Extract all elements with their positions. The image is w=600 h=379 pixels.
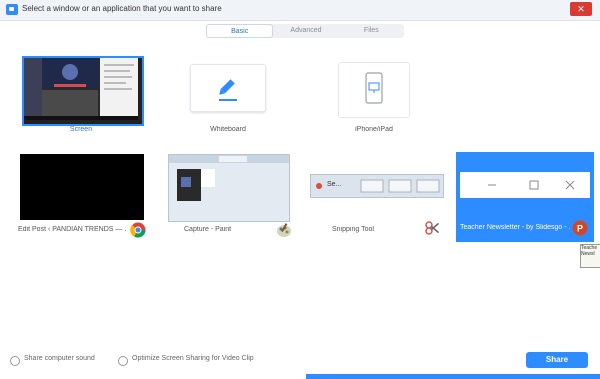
tab-files[interactable]: Files	[339, 24, 404, 38]
share-option-iphone-ipad[interactable]: iPhone/iPad	[310, 58, 438, 138]
powerpoint-window-thumbnail	[460, 172, 590, 198]
iphone-card	[338, 62, 410, 118]
svg-text:P: P	[577, 224, 583, 234]
whiteboard-label: Whiteboard	[210, 126, 246, 133]
share-window-snipping-tool[interactable]: Se... Snipping Tool	[310, 152, 444, 244]
powerpoint-window-controls	[488, 180, 575, 190]
chrome-icon	[130, 222, 146, 238]
chrome-window-thumbnail	[20, 154, 144, 220]
share-window-paint[interactable]: Capture - Paint	[166, 152, 292, 244]
zoom-app-icon	[6, 4, 18, 15]
share-button[interactable]: Share	[526, 352, 588, 368]
share-sound-label: Share computer sound	[24, 355, 95, 362]
tab-basic[interactable]: Basic	[206, 24, 274, 38]
screen-thumbnail	[22, 56, 144, 126]
pencil-icon	[219, 79, 237, 101]
paint-icon	[277, 223, 291, 237]
title-bar: Select a window or an application that y…	[0, 0, 600, 21]
tab-advanced[interactable]: Advanced	[273, 24, 338, 38]
powerpoint-icon: P	[572, 220, 588, 236]
share-window-chrome[interactable]: Edit Post ‹ PANDIAN TRENDS — ...	[18, 152, 148, 244]
screen-preview-graphic	[24, 58, 138, 120]
screen-label: Screen	[69, 126, 93, 133]
optimize-video-checkbox[interactable]	[118, 356, 128, 366]
phone-icon	[365, 72, 383, 104]
share-footer: Share computer sound Optimize Screen Sha…	[0, 350, 600, 372]
share-option-whiteboard[interactable]: Whiteboard	[166, 58, 290, 138]
taskbar-strip	[306, 374, 600, 379]
close-button[interactable]: ✕	[570, 2, 592, 16]
chrome-window-label: Edit Post ‹ PANDIAN TRENDS — ...	[18, 226, 126, 233]
snipping-window-label: Snipping Tool	[332, 226, 374, 233]
powerpoint-window-label: Teacher Newsletter - by Slidesgo - ...	[460, 224, 570, 231]
scissors-icon	[425, 221, 440, 235]
share-tabs: Basic Advanced Files	[206, 24, 404, 38]
snipping-window-thumbnail: Se...	[310, 174, 444, 198]
optimize-video-label: Optimize Screen Sharing for Video Clip	[132, 355, 254, 362]
share-window-powerpoint[interactable]: Teacher Newsletter - by Slidesgo - ... P	[456, 152, 594, 242]
paint-window-thumbnail	[168, 154, 290, 222]
share-sound-checkbox[interactable]	[10, 356, 20, 366]
share-option-screen[interactable]: Screen	[18, 52, 144, 138]
iphone-label: iPhone/iPad	[355, 126, 393, 133]
window-title-tooltip: Teache Newsl	[580, 244, 600, 268]
window-title: Select a window or an application that y…	[22, 4, 222, 13]
whiteboard-card	[190, 64, 266, 112]
snipping-toolbar-graphic	[316, 179, 440, 193]
paint-preview-graphic	[169, 155, 289, 221]
